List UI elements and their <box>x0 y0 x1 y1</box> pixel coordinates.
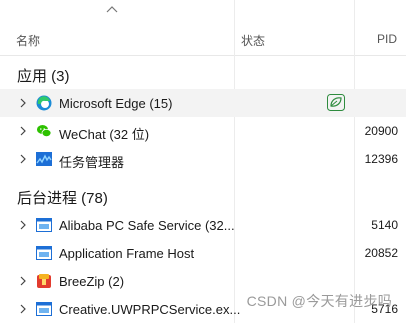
process-name: Application Frame Host <box>59 246 195 261</box>
process-pid: 20900 <box>364 124 398 138</box>
process-row-edge[interactable]: Microsoft Edge (15) <box>0 89 406 117</box>
group-background-heading: 后台进程 (78) <box>17 190 108 207</box>
process-row-wechat[interactable]: WeChat (32 位) 20900 <box>0 117 406 145</box>
edge-icon <box>36 95 52 111</box>
app-window-icon <box>36 218 52 232</box>
app-window-icon <box>36 246 52 260</box>
process-name: WeChat (32 位) <box>59 127 150 142</box>
process-name: BreeZip (2) <box>59 274 125 289</box>
column-name-header[interactable]: 名称 <box>16 32 40 49</box>
efficiency-leaf-icon <box>327 94 345 111</box>
column-pid-header[interactable]: PID <box>377 32 397 46</box>
group-apps-heading: 应用 (3) <box>17 68 70 85</box>
process-pid: 20852 <box>364 246 398 260</box>
chevron-right-icon[interactable] <box>19 220 27 230</box>
task-manager-icon <box>36 152 52 166</box>
process-pid: 12396 <box>364 152 398 166</box>
process-name: Alibaba PC Safe Service (32... <box>59 218 235 233</box>
column-status-header[interactable]: 状态 <box>241 32 265 49</box>
wechat-icon <box>37 125 52 137</box>
column-header: 名称 状态 PID <box>0 0 406 56</box>
sort-ascending-icon[interactable] <box>106 5 118 13</box>
chevron-right-icon[interactable] <box>19 154 27 164</box>
process-name: Creative.UWPRPCService.ex... <box>59 302 241 317</box>
watermark: CSDN @今天有进步吗 <box>246 293 392 309</box>
chevron-right-icon[interactable] <box>19 126 27 136</box>
app-window-icon <box>36 302 52 316</box>
process-pid: 5140 <box>371 218 398 232</box>
process-row-alibaba[interactable]: Alibaba PC Safe Service (32... 5140 <box>0 211 406 239</box>
chevron-right-icon[interactable] <box>19 304 27 314</box>
process-name: Microsoft Edge (15) <box>59 96 173 111</box>
process-name: 任务管理器 <box>59 155 125 170</box>
chevron-right-icon[interactable] <box>19 98 27 108</box>
process-row-task-manager[interactable]: 任务管理器 12396 <box>0 145 406 173</box>
breezip-icon <box>37 274 51 288</box>
process-row-application-frame-host[interactable]: Application Frame Host 20852 <box>0 239 406 267</box>
chevron-right-icon[interactable] <box>19 276 27 286</box>
